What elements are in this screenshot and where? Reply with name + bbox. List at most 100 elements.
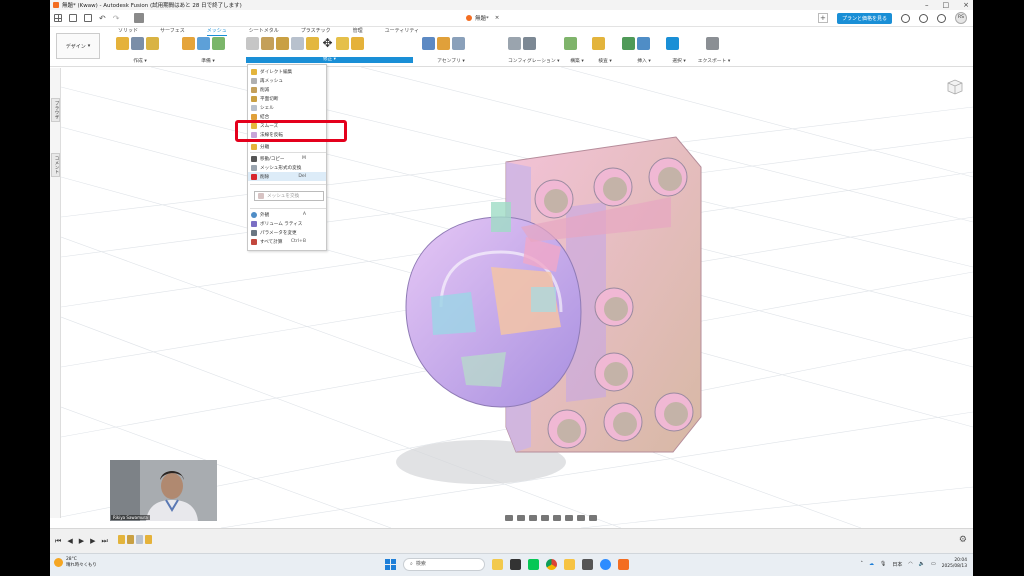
- task-view-icon[interactable]: [510, 559, 521, 570]
- insert-image-icon[interactable]: [637, 37, 650, 50]
- windows-start-icon[interactable]: [385, 559, 396, 570]
- select-group-label[interactable]: 選択 ▾: [666, 57, 692, 64]
- go-to-end-icon[interactable]: ⏭: [101, 537, 107, 546]
- split-icon[interactable]: [351, 37, 364, 50]
- document-tab[interactable]: 無題* ×: [466, 14, 499, 22]
- minimize-icon[interactable]: –: [925, 1, 929, 9]
- form-icon[interactable]: [131, 37, 144, 50]
- tab-manage[interactable]: 管理: [353, 27, 363, 36]
- viewport-canvas[interactable]: [61, 67, 973, 528]
- remesh-icon[interactable]: [246, 37, 259, 50]
- inspect-group-label[interactable]: 検査 ▾: [592, 57, 618, 64]
- tab-mesh[interactable]: メッシュ: [206, 27, 227, 36]
- cloud-icon[interactable]: ☁: [869, 561, 874, 567]
- configuration-table-icon[interactable]: [523, 37, 536, 50]
- 3d-print-icon[interactable]: [706, 37, 719, 50]
- move-icon[interactable]: ✥: [321, 37, 334, 50]
- insert-group-label[interactable]: 挿入 ▾: [622, 57, 666, 64]
- menu-item-reduce[interactable]: 削減: [248, 85, 326, 94]
- widgets-icon[interactable]: [492, 559, 503, 570]
- comments-tab[interactable]: コメント: [51, 153, 60, 177]
- menu-item-replace-mesh[interactable]: メッシュを交換: [254, 191, 324, 201]
- play-icon[interactable]: ▶: [79, 537, 84, 546]
- app-icon[interactable]: [582, 559, 593, 570]
- orbit-icon[interactable]: [505, 515, 513, 521]
- pan-icon[interactable]: [529, 515, 537, 521]
- close-icon[interactable]: ×: [963, 1, 969, 9]
- construct-group-label[interactable]: 構築 ▾: [564, 57, 590, 64]
- menu-item-volumetric-lattice[interactable]: ボリューム ラティス: [248, 219, 326, 228]
- fusion-taskbar-icon[interactable]: [618, 559, 629, 570]
- menu-item-delete[interactable]: 削除 Del: [248, 172, 326, 181]
- weather-widget[interactable]: 28°C 晴れ時々くもり: [54, 557, 97, 568]
- step-forward-icon[interactable]: ▶: [90, 537, 95, 546]
- measure-icon[interactable]: [592, 37, 605, 50]
- notifications-icon[interactable]: [919, 13, 928, 23]
- menu-item-separate[interactable]: 分離: [248, 142, 326, 151]
- menu-item-remesh[interactable]: 再メッシュ: [248, 76, 326, 85]
- scale-icon[interactable]: [336, 37, 349, 50]
- grid-settings-icon[interactable]: [577, 515, 585, 521]
- display-settings-icon[interactable]: [565, 515, 573, 521]
- create-group-label[interactable]: 作成 ▾: [116, 57, 164, 64]
- app-grid-icon[interactable]: [54, 14, 62, 22]
- viewcube[interactable]: [945, 77, 965, 97]
- configure-group-label[interactable]: コンフィグレーション ▾: [508, 57, 560, 64]
- menu-item-appearance[interactable]: 外観 A: [248, 210, 326, 219]
- browser-tab[interactable]: ブラウザ: [51, 98, 60, 122]
- zoom-app-icon[interactable]: [600, 559, 611, 570]
- job-status-icon[interactable]: [901, 13, 910, 23]
- menu-item-shell[interactable]: シェル: [248, 103, 326, 112]
- avatar[interactable]: RS: [955, 12, 967, 24]
- joint-icon[interactable]: [437, 37, 450, 50]
- maximize-icon[interactable]: □: [943, 1, 950, 9]
- save-icon[interactable]: [84, 14, 92, 22]
- menu-item-compute-all[interactable]: すべて計算 Ctrl+B: [248, 237, 326, 246]
- create-mesh-icon[interactable]: [116, 37, 129, 50]
- offset-plane-icon[interactable]: [564, 37, 577, 50]
- generate-face-groups-icon[interactable]: [182, 37, 195, 50]
- zoom-icon[interactable]: [541, 515, 549, 521]
- reduce-icon[interactable]: [261, 37, 274, 50]
- undo-icon[interactable]: ↶: [99, 14, 106, 23]
- step-back-icon[interactable]: ◀: [67, 537, 72, 546]
- tab-sheet-metal[interactable]: シートメタル: [249, 27, 279, 36]
- smooth-icon[interactable]: [306, 37, 319, 50]
- timeline-feature-mesh[interactable]: [118, 535, 125, 544]
- help-icon[interactable]: [937, 13, 946, 23]
- tab-plastic[interactable]: プラスチック: [301, 27, 331, 36]
- assemble-group-label[interactable]: アセンブリ ▾: [422, 57, 480, 64]
- workspace-switcher[interactable]: デザイン ▾: [56, 33, 100, 59]
- ime-indicator[interactable]: 日本: [892, 561, 902, 568]
- look-at-icon[interactable]: [517, 515, 525, 521]
- repair-icon[interactable]: [197, 37, 210, 50]
- as-built-joint-icon[interactable]: [452, 37, 465, 50]
- insert-mesh-icon[interactable]: [146, 37, 159, 50]
- battery-icon[interactable]: ▭: [931, 561, 936, 567]
- timeline-feature-mesh[interactable]: [136, 535, 143, 544]
- go-to-start-icon[interactable]: ⏮: [55, 537, 61, 546]
- tab-close-icon[interactable]: ×: [495, 15, 500, 21]
- file-explorer-icon[interactable]: [564, 559, 575, 570]
- export-group-label[interactable]: エクスポート ▾: [694, 57, 734, 64]
- gear-icon[interactable]: ⚙: [959, 535, 967, 545]
- configure-icon[interactable]: [508, 37, 521, 50]
- upgrade-plan-button[interactable]: プランと価格を見る: [836, 12, 892, 24]
- microphone-icon[interactable]: 🎙: [880, 561, 886, 567]
- timeline-feature-mesh[interactable]: [127, 535, 134, 544]
- chrome-icon[interactable]: [546, 559, 557, 570]
- taskbar-search[interactable]: ⌕ 検索: [403, 558, 485, 571]
- menu-item-move-copy[interactable]: 移動/コピー M: [248, 154, 326, 163]
- speaker-icon[interactable]: 🔈: [919, 561, 925, 567]
- menu-item-convert-mesh[interactable]: メッシュ形式の変換: [248, 163, 326, 172]
- combine-faces-icon[interactable]: [212, 37, 225, 50]
- new-tab-button[interactable]: +: [817, 13, 828, 23]
- tab-surface[interactable]: サーフェス: [160, 27, 185, 36]
- menu-item-direct-edit[interactable]: ダイレクト編集: [248, 67, 326, 76]
- file-menu-icon[interactable]: [69, 14, 77, 22]
- tab-solid[interactable]: ソリッド: [118, 27, 138, 36]
- prepare-group-label[interactable]: 準備 ▾: [182, 57, 234, 64]
- insert-derive-icon[interactable]: [622, 37, 635, 50]
- shell-icon[interactable]: [291, 37, 304, 50]
- modify-group-label[interactable]: 修正 ▾: [246, 57, 413, 63]
